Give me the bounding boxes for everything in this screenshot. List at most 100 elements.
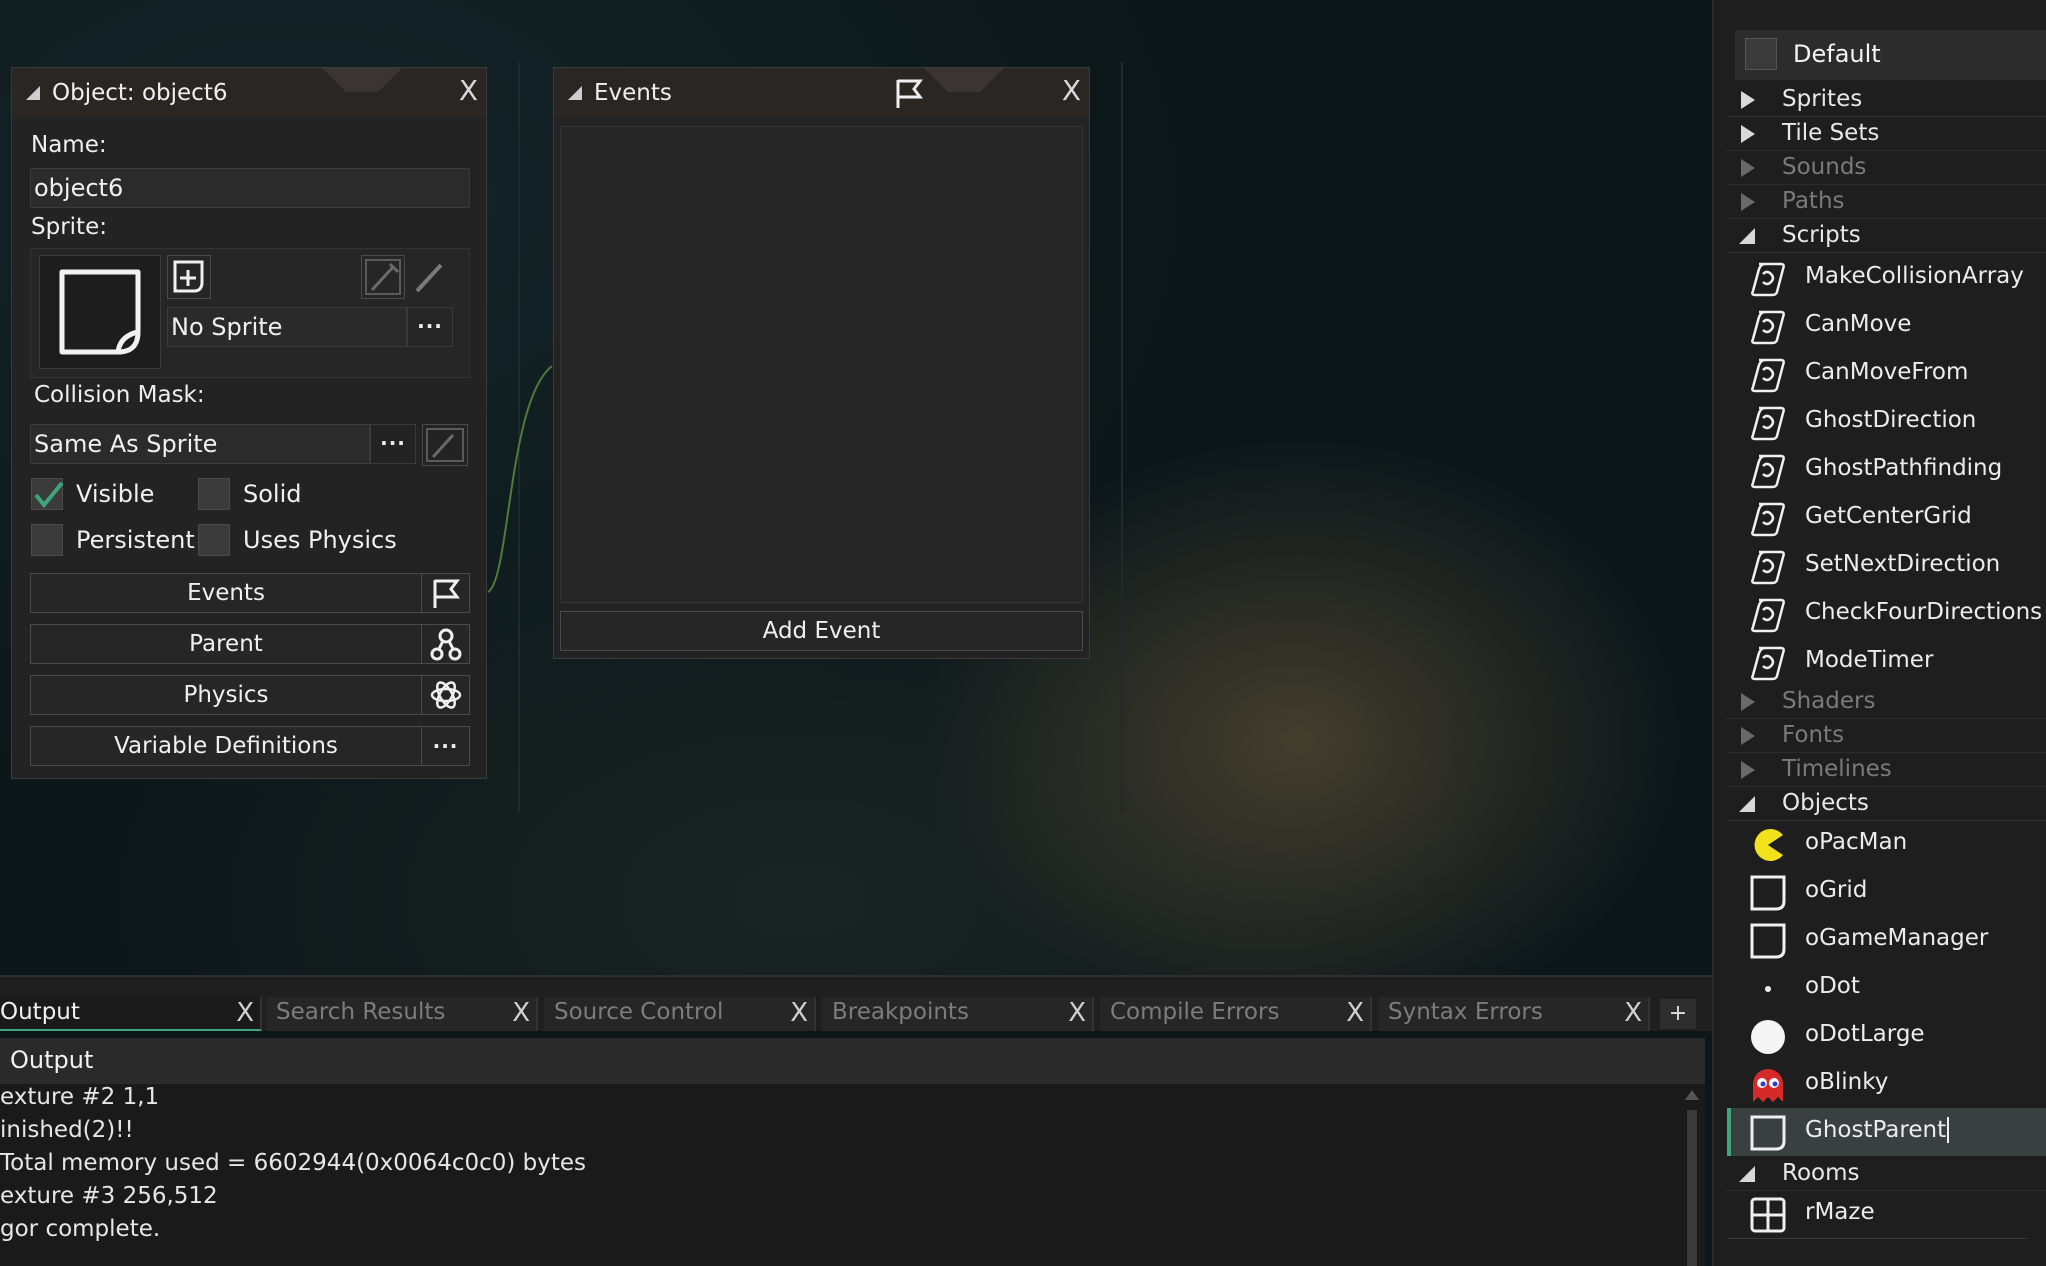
room-item-rmaze[interactable]: rMaze (1727, 1190, 2046, 1238)
object-item-ghostparent[interactable]: GhostParent (1727, 1108, 2046, 1156)
script-item[interactable]: GhostPathfinding (1727, 446, 2046, 494)
close-icon[interactable]: X (512, 998, 530, 1028)
parent-button-label: Parent (189, 631, 263, 657)
script-icon (1751, 502, 1785, 537)
object-item-opacman[interactable]: oPacMan (1727, 820, 2046, 868)
object-window-header[interactable]: Object: object6 X (12, 68, 486, 118)
group-objects[interactable]: Objects (1727, 788, 2046, 821)
collision-mask-select[interactable]: Same As Sprite (30, 424, 370, 464)
close-icon[interactable]: X (459, 74, 478, 107)
solid-checkbox[interactable] (198, 478, 230, 510)
script-item[interactable]: CanMove (1727, 302, 2046, 350)
script-item[interactable]: ModeTimer (1727, 638, 2046, 686)
sprite-select[interactable]: No Sprite (167, 307, 407, 347)
script-item[interactable]: SetNextDirection (1727, 542, 2046, 590)
script-label: GetCenterGrid (1805, 503, 1972, 529)
close-icon[interactable]: X (1624, 998, 1642, 1028)
solid-label: Solid (243, 480, 302, 508)
flag-icon (896, 79, 923, 108)
group-timelines[interactable]: Timelines (1727, 754, 2046, 787)
output-log[interactable]: exture #2 1,1 inished(2)!! Total memory … (0, 1084, 1705, 1266)
object-item-ogamemanager[interactable]: oGameManager (1727, 916, 2046, 964)
output-header-label: Output (10, 1046, 94, 1074)
tab-breakpoints[interactable]: Breakpoints X (822, 997, 1094, 1031)
output-scrollbar[interactable] (1683, 1088, 1701, 1266)
collapse-icon[interactable] (26, 86, 40, 100)
visible-checkbox[interactable] (31, 478, 64, 510)
group-paths[interactable]: Paths (1727, 186, 2046, 219)
tab-compile-errors[interactable]: Compile Errors X (1100, 997, 1372, 1031)
script-item[interactable]: MakeCollisionArray (1727, 254, 2046, 302)
group-scripts[interactable]: Scripts (1727, 220, 2046, 253)
scroll-up-icon[interactable] (1685, 1090, 1699, 1100)
object-item-ogrid[interactable]: oGrid (1727, 868, 2046, 916)
paint-sprite-button[interactable] (409, 255, 451, 297)
add-event-button[interactable]: Add Event (560, 611, 1083, 651)
close-icon[interactable]: X (1062, 74, 1081, 107)
sprite-browse-button[interactable]: ··· (407, 307, 453, 347)
persistent-checkbox[interactable] (31, 524, 63, 556)
group-fonts[interactable]: Fonts (1727, 720, 2046, 753)
close-icon[interactable]: X (1068, 998, 1086, 1028)
collapse-all-icon[interactable] (1745, 38, 1777, 70)
sprite-panel: No Sprite ··· (30, 248, 470, 378)
parent-button[interactable]: Parent (30, 624, 470, 664)
workspace-canvas[interactable]: Object: object6 X Name: object6 Sprite: (0, 0, 1712, 975)
tab-syntax-errors[interactable]: Syntax Errors X (1378, 997, 1650, 1031)
script-item[interactable]: CanMoveFrom (1727, 350, 2046, 398)
group-label: Scripts (1782, 222, 1861, 248)
collision-edit-button[interactable] (422, 424, 468, 466)
tab-label: Compile Errors (1110, 999, 1280, 1025)
parent-hierarchy-icon (421, 625, 469, 663)
window-connector-line (487, 365, 553, 593)
collapse-icon[interactable] (568, 86, 582, 100)
physics-button-label: Physics (183, 682, 269, 708)
group-tile-sets[interactable]: Tile Sets (1727, 118, 2046, 151)
close-icon[interactable]: X (1346, 998, 1364, 1028)
sprite-preview[interactable] (39, 255, 161, 369)
log-line: inished(2)!! (0, 1117, 134, 1143)
events-button-label: Events (187, 580, 265, 606)
close-icon[interactable]: X (790, 998, 808, 1028)
object-item-oblinky[interactable]: oBlinky (1727, 1060, 2046, 1108)
group-shaders[interactable]: Shaders (1727, 686, 2046, 719)
group-label: Sounds (1782, 154, 1867, 180)
object-item-odotlarge[interactable]: oDotLarge (1727, 1012, 2046, 1060)
object-item-odot[interactable]: oDot (1727, 964, 2046, 1012)
events-window-header[interactable]: Events X (554, 68, 1089, 118)
group-label: Timelines (1782, 756, 1892, 782)
add-tab-button[interactable]: + (1660, 999, 1696, 1029)
script-label: ModeTimer (1805, 647, 1934, 673)
scrollbar-thumb[interactable] (1687, 1110, 1697, 1266)
events-button[interactable]: Events (30, 573, 470, 613)
collapse-arrow-icon (1739, 228, 1755, 244)
tab-search-results[interactable]: Search Results X (266, 997, 538, 1031)
tab-source-control[interactable]: Source Control X (544, 997, 816, 1031)
object-label-editing[interactable]: GhostParent (1805, 1117, 1950, 1143)
name-input[interactable]: object6 (30, 168, 470, 208)
script-item[interactable]: CheckFourDirections (1727, 590, 2046, 638)
script-item[interactable]: GetCenterGrid (1727, 494, 2046, 542)
object-label: oPacMan (1805, 829, 1908, 855)
group-sprites[interactable]: Sprites (1727, 84, 2046, 117)
workspace-divider (1121, 62, 1123, 812)
collision-browse-button[interactable]: ··· (370, 424, 416, 464)
physics-button[interactable]: Physics (30, 675, 470, 715)
variable-definitions-button[interactable]: Variable Definitions ··· (30, 726, 470, 766)
no-sprite-icon (1750, 1115, 1786, 1151)
events-list[interactable] (560, 126, 1083, 603)
group-sounds[interactable]: Sounds (1727, 152, 2046, 185)
resource-tree-header[interactable]: Default (1735, 30, 2046, 80)
collapse-arrow-icon (1739, 796, 1755, 812)
edit-sprite-button[interactable] (361, 255, 405, 299)
new-sprite-button[interactable] (167, 255, 211, 299)
close-icon[interactable]: X (236, 998, 254, 1028)
script-item[interactable]: GhostDirection (1727, 398, 2046, 446)
ghost-icon (1753, 1069, 1783, 1102)
tab-output[interactable]: Output X (0, 997, 262, 1031)
atom-icon (421, 676, 469, 714)
uses-physics-checkbox[interactable] (198, 524, 230, 556)
object-label: oDot (1805, 973, 1860, 999)
script-label: CanMoveFrom (1805, 359, 1969, 385)
group-rooms[interactable]: Rooms (1727, 1158, 2046, 1191)
